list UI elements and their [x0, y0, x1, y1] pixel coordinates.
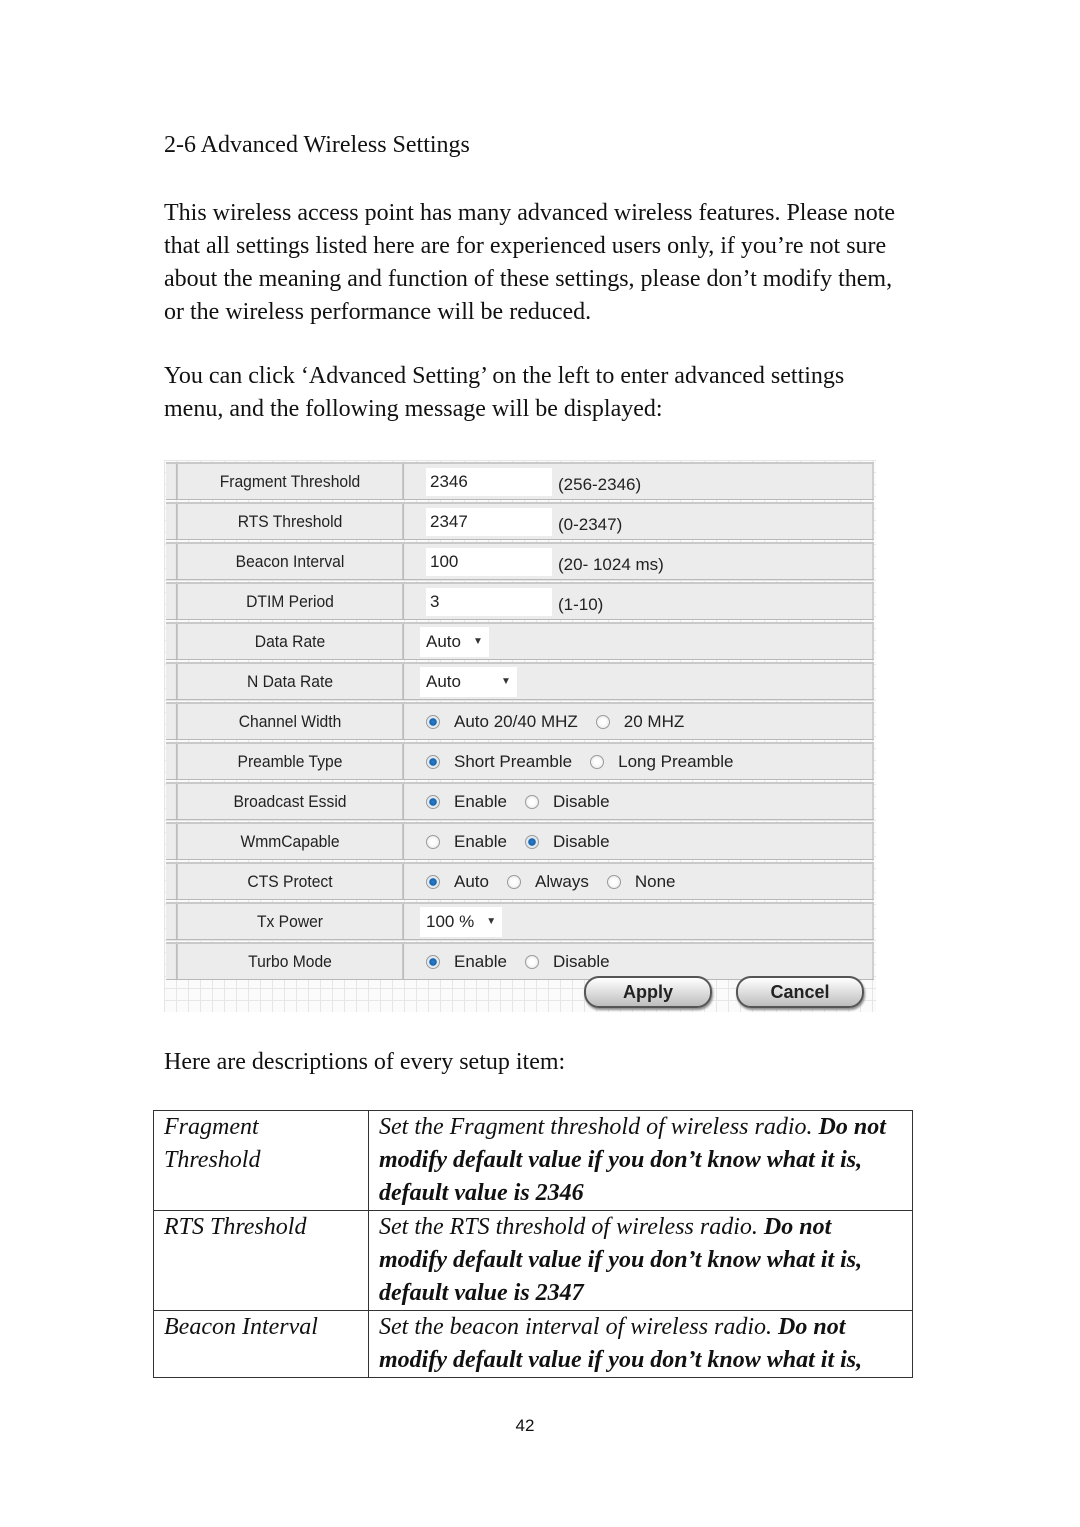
row-rts-threshold: RTS Threshold (0-2347)	[166, 502, 874, 540]
label: DTIM Period	[175, 584, 405, 619]
descriptions-table: Fragment Threshold Set the Fragment thre…	[153, 1110, 913, 1378]
radio-20mhz[interactable]: 20 MHZ	[595, 712, 684, 732]
label: Beacon Interval	[175, 544, 405, 579]
range-hint: (1-10)	[558, 594, 604, 614]
apply-button[interactable]: Apply	[584, 976, 712, 1008]
row-n-data-rate: N Data Rate Auto ▼	[166, 662, 874, 700]
radio-unselected-icon	[506, 874, 521, 889]
radio-unselected-icon	[590, 754, 605, 769]
fragment-threshold-input[interactable]	[426, 467, 552, 496]
row-fragment-threshold: Fragment Threshold (256-2346)	[166, 462, 874, 500]
dropdown-arrow-icon: ▼	[486, 916, 497, 927]
radio-essid-enable[interactable]: Enable	[426, 792, 507, 812]
page-number: 42	[515, 1416, 535, 1435]
radio-unselected-icon	[426, 834, 440, 849]
item-name: Fragment Threshold	[153, 1110, 369, 1211]
row-data-rate: Data Rate Auto ▼	[166, 622, 874, 660]
radio-selected-icon	[524, 834, 539, 849]
label: Data Rate	[175, 624, 405, 659]
data-rate-select[interactable]: Auto ▼	[420, 626, 489, 657]
row-channel-width: Channel Width Auto 20/40 MHZ 20 MHZ	[166, 702, 874, 740]
selected-value: Auto	[426, 631, 461, 651]
row-cts-protect: CTS Protect Auto Always None	[166, 862, 874, 900]
range-hint: (20- 1024 ms)	[558, 554, 664, 574]
beacon-interval-input[interactable]	[426, 547, 552, 576]
instruction-paragraph: You can click ‘Advanced Setting’ on the …	[164, 363, 845, 422]
selected-value: 100 %	[426, 911, 475, 931]
radio-selected-icon	[426, 954, 440, 969]
dtim-period-input[interactable]	[426, 587, 552, 616]
radio-unselected-icon	[524, 794, 539, 809]
range-hint: (256-2346)	[558, 474, 642, 494]
radio-auto-20-40[interactable]: Auto 20/40 MHZ	[426, 712, 578, 732]
radio-selected-icon	[426, 714, 440, 729]
label: Tx Power	[175, 904, 405, 939]
radio-turbo-enable[interactable]: Enable	[426, 952, 507, 972]
descriptions-intro: Here are descriptions of every setup ite…	[164, 1049, 566, 1075]
row-turbo-mode: Turbo Mode Enable Disable	[166, 942, 874, 980]
radio-cts-always[interactable]: Always	[506, 872, 589, 892]
label: RTS Threshold	[175, 504, 405, 539]
n-data-rate-select[interactable]: Auto ▼	[420, 666, 517, 697]
item-description: Set the Fragment threshold of wireless r…	[368, 1110, 913, 1211]
range-hint: (0-2347)	[558, 514, 623, 534]
row-tx-power: Tx Power 100 % ▼	[166, 902, 874, 940]
section-title: 2-6 Advanced Wireless Settings	[164, 132, 470, 158]
row-wmm-capable: WmmCapable Enable Disable	[166, 822, 874, 860]
advanced-settings-screenshot: Fragment Threshold (256-2346) RTS Thresh…	[164, 460, 876, 1012]
radio-essid-disable[interactable]: Disable	[524, 792, 610, 812]
label: Broadcast Essid	[175, 784, 405, 819]
table-row: Beacon Interval Set the beacon interval …	[153, 1310, 913, 1378]
radio-selected-icon	[426, 754, 440, 769]
radio-long-preamble[interactable]: Long Preamble	[590, 752, 733, 772]
label: WmmCapable	[175, 824, 405, 859]
tx-power-select[interactable]: 100 % ▼	[420, 906, 503, 937]
dropdown-arrow-icon: ▼	[500, 676, 511, 687]
intro-paragraph: This wireless access point has many adva…	[164, 200, 896, 325]
selected-value: Auto	[426, 671, 461, 691]
radio-wmm-disable[interactable]: Disable	[524, 832, 610, 852]
cancel-button[interactable]: Cancel	[736, 976, 864, 1008]
item-description: Set the beacon interval of wireless radi…	[368, 1310, 913, 1378]
radio-short-preamble[interactable]: Short Preamble	[426, 752, 572, 772]
rts-threshold-input[interactable]	[426, 507, 552, 536]
label: Fragment Threshold	[175, 464, 405, 499]
label: Preamble Type	[175, 744, 405, 779]
item-name: Beacon Interval	[153, 1310, 369, 1378]
row-beacon-interval: Beacon Interval (20- 1024 ms)	[166, 542, 874, 580]
table-row: RTS Threshold Set the RTS threshold of w…	[153, 1210, 913, 1311]
item-name: RTS Threshold	[153, 1210, 369, 1311]
radio-selected-icon	[426, 794, 440, 809]
radio-selected-icon	[426, 874, 440, 889]
row-preamble-type: Preamble Type Short Preamble Long Preamb…	[166, 742, 874, 780]
radio-cts-none[interactable]: None	[606, 872, 675, 892]
radio-cts-auto[interactable]: Auto	[426, 872, 489, 892]
item-description: Set the RTS threshold of wireless radio.…	[368, 1210, 913, 1311]
radio-unselected-icon	[524, 954, 539, 969]
row-dtim-period: DTIM Period (1-10)	[166, 582, 874, 620]
row-broadcast-essid: Broadcast Essid Enable Disable	[166, 782, 874, 820]
table-row: Fragment Threshold Set the Fragment thre…	[153, 1110, 913, 1211]
label: Channel Width	[175, 704, 405, 739]
label: Turbo Mode	[175, 944, 405, 979]
label: N Data Rate	[175, 664, 405, 699]
radio-unselected-icon	[595, 714, 610, 729]
radio-unselected-icon	[606, 874, 621, 889]
radio-turbo-disable[interactable]: Disable	[524, 952, 610, 972]
label: CTS Protect	[175, 864, 405, 899]
dropdown-arrow-icon: ▼	[472, 636, 483, 647]
radio-wmm-enable[interactable]: Enable	[426, 832, 507, 852]
